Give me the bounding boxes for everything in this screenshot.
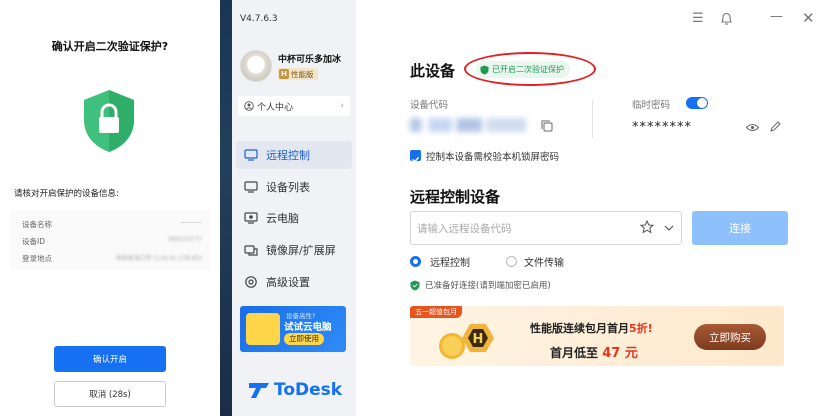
menu-icon[interactable]: ☰ xyxy=(692,11,704,26)
close-icon[interactable]: ✕ xyxy=(802,9,815,27)
nav-cloud-pc[interactable]: 云电脑 xyxy=(236,204,352,232)
temp-password-value: ******** xyxy=(632,120,692,135)
promo-use-now-button[interactable]: 立即使用 xyxy=(284,333,324,345)
nav-remote-control[interactable]: 远程控制 xyxy=(236,141,352,169)
check-icon xyxy=(411,156,420,163)
cloud-pc-promo-icon xyxy=(246,313,280,345)
banner-line2: 首月低至 47 元 xyxy=(550,346,638,361)
nav-mirror-screen[interactable]: 镜像屏/扩展屏 xyxy=(236,236,352,264)
sidebar: V4.7.6.3 中杯可乐多加冰 H 性能版 个人中心 › 远程控制 设备列表 … xyxy=(232,0,356,416)
lock-screen-label: 控制本设备需校验本机锁屏密码 xyxy=(426,152,560,163)
minimize-icon[interactable]: — xyxy=(770,9,783,24)
desktop-background xyxy=(220,0,232,416)
highlight-annotation xyxy=(464,52,596,86)
device-code-value xyxy=(410,118,526,132)
banner-line1: 性能版连续包月首月5折! xyxy=(530,322,653,335)
todesk-logo: ToDesk xyxy=(248,380,342,400)
todesk-logo-icon xyxy=(249,383,269,398)
cloud-pc-promo[interactable]: 设备高性? 试试云电脑 立即使用 xyxy=(240,306,346,352)
cloud-pc-icon xyxy=(244,212,258,224)
todesk-window: V4.7.6.3 中杯可乐多加冰 H 性能版 个人中心 › 远程控制 设备列表 … xyxy=(232,0,836,416)
main-panel: ☰ — ✕ 此设备 已开启二次验证保护 设备代码 临时密码 ******** 控… xyxy=(356,0,836,416)
divider xyxy=(592,100,593,138)
radio-file-transfer-label: 文件传输 xyxy=(524,258,564,269)
bell-icon[interactable] xyxy=(720,12,733,26)
settings-icon xyxy=(245,276,257,288)
copy-icon[interactable] xyxy=(541,120,553,132)
version-label: V4.7.6.3 xyxy=(240,14,278,24)
this-device-title: 此设备 xyxy=(410,62,456,80)
info-row-location: 登录地点 海南省海口市 (119.41.238.85) xyxy=(22,254,202,263)
ready-status: 已准备好连接(请到端加密已启用) xyxy=(425,281,551,291)
avatar[interactable] xyxy=(240,50,272,82)
device-code-label: 设备代码 xyxy=(410,100,449,111)
radio-remote-control[interactable] xyxy=(410,256,421,267)
personal-center-button[interactable]: 个人中心 › xyxy=(238,96,350,116)
remote-control-icon xyxy=(244,149,258,161)
device-info-box: 设备名称 ---------- 设备ID 384210177 登录地点 海南省海… xyxy=(10,210,210,270)
mirror-screen-icon xyxy=(244,245,258,256)
promo-banner[interactable]: 五一超值包月 H 性能版连续包月首月5折! 首月低至 47 元 立即购买 xyxy=(410,306,784,366)
temp-password-label: 临时密码 xyxy=(632,100,671,111)
phone-subtitle: 请核对开启保护的设备信息: xyxy=(14,189,119,199)
cancel-button[interactable]: 取消 (28s) xyxy=(54,381,166,407)
vip-h-icon: H xyxy=(279,69,289,79)
edit-icon[interactable] xyxy=(770,121,781,132)
confirm-enable-button[interactable]: 确认开启 xyxy=(54,346,166,372)
nav-device-list[interactable]: 设备列表 xyxy=(236,173,352,201)
eye-icon[interactable] xyxy=(746,123,759,132)
remote-control-title: 远程控制设备 xyxy=(410,188,501,206)
user-icon xyxy=(244,101,254,111)
banner-tag: 五一超值包月 xyxy=(410,306,462,318)
phone-title: 确认开启二次验证保护? xyxy=(51,40,169,53)
radio-file-transfer[interactable] xyxy=(506,256,517,267)
svg-text:H: H xyxy=(473,332,484,347)
gold-coins-icon: H xyxy=(439,324,494,359)
star-icon[interactable] xyxy=(640,220,654,234)
connect-button[interactable]: 连接 xyxy=(692,211,788,245)
screen: 确认开启二次验证保护? 请核对开启保护的设备信息: 设备名称 ---------… xyxy=(0,0,836,416)
vip-badge: H 性能版 xyxy=(278,68,318,80)
username: 中杯可乐多加冰 xyxy=(278,55,342,65)
info-row-device-id: 设备ID 384210177 xyxy=(22,236,202,246)
lock-screen-checkbox[interactable] xyxy=(410,150,421,163)
shield-lock-icon xyxy=(84,90,134,152)
device-list-icon xyxy=(244,181,258,193)
chevron-right-icon: › xyxy=(340,101,344,111)
info-row-device-name: 设备名称 ---------- xyxy=(22,219,202,229)
nav-advanced-settings[interactable]: 高级设置 xyxy=(236,268,352,296)
chevron-down-icon[interactable] xyxy=(664,224,674,232)
phone-confirm-panel: 确认开启二次验证保护? 请核对开启保护的设备信息: 设备名称 ---------… xyxy=(0,0,220,416)
shield-check-icon xyxy=(410,280,420,291)
radio-remote-control-label: 远程控制 xyxy=(430,258,470,269)
temp-password-toggle[interactable] xyxy=(686,97,708,109)
buy-now-button[interactable]: 立即购买 xyxy=(694,324,766,350)
